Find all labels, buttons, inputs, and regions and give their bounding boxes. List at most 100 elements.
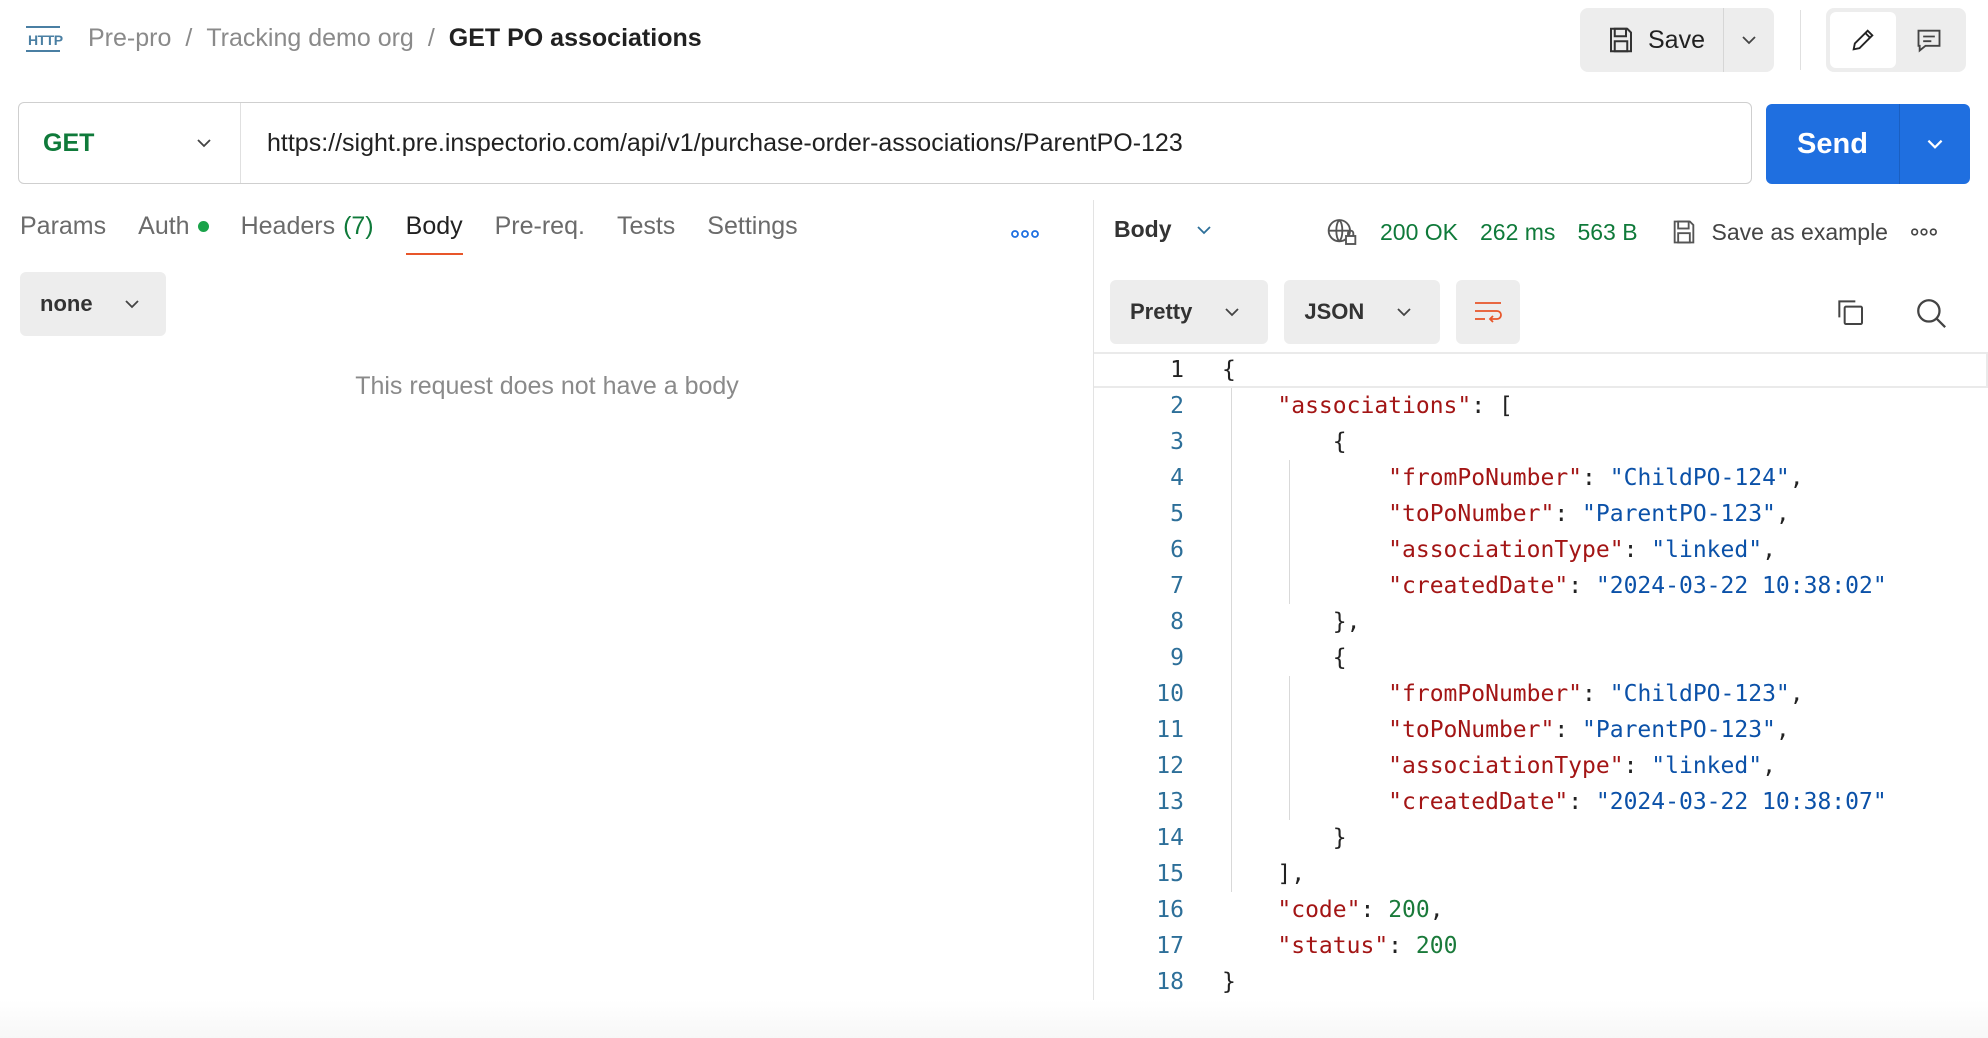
code-line: 10 "fromPoNumber": "ChildPO-123", [1094, 676, 1988, 712]
response-meta: 200 OK 262 ms 563 B Save as example [1326, 216, 1938, 248]
save-group: Save [1580, 8, 1774, 72]
search-icon [1917, 299, 1946, 328]
url-bar: GET https://sight.pre.inspectorio.com/ap… [18, 102, 1752, 184]
code-line: 16 "code": 200, [1094, 892, 1988, 928]
tab-pre-request[interactable]: Pre-req. [495, 212, 585, 255]
request-pane: Params Auth Headers (7) Body Pre-req. Tes… [0, 200, 1094, 1038]
more-options-button[interactable] [1010, 226, 1040, 244]
code-text: ], [1222, 861, 1306, 887]
code-line: 18} [1094, 964, 1988, 1000]
headers-count: (7) [343, 212, 374, 240]
code-text: "status": 200 [1277, 933, 1458, 959]
line-number: 16 [1156, 897, 1184, 923]
tab-headers[interactable]: Headers (7) [241, 212, 374, 255]
response-time[interactable]: 262 ms [1480, 219, 1555, 246]
line-number: 6 [1170, 537, 1184, 563]
code-text: "createdDate": "2024-03-22 10:38:02" [1388, 573, 1887, 599]
code-line: 15 ], [1094, 856, 1988, 892]
code-text: { [1222, 357, 1236, 383]
code-text: { [1222, 645, 1347, 671]
right-toolbar [1826, 8, 1966, 72]
code-text: "fromPoNumber": "ChildPO-123", [1388, 681, 1804, 707]
url-input[interactable]: https://sight.pre.inspectorio.com/api/v1… [241, 129, 1183, 158]
save-as-example-button[interactable]: Save as example [1670, 218, 1888, 246]
request-tabs: Params Auth Headers (7) Body Pre-req. Tes… [20, 212, 830, 255]
line-number: 11 [1156, 717, 1184, 743]
code-text: }, [1222, 609, 1361, 635]
line-number: 2 [1170, 393, 1184, 419]
wrap-lines-button[interactable] [1456, 280, 1521, 344]
save-options-dropdown[interactable] [1724, 8, 1774, 72]
breadcrumb-separator: / [185, 24, 193, 52]
globe-lock-icon[interactable] [1326, 216, 1358, 248]
format-pretty-select[interactable]: Pretty [1110, 280, 1269, 344]
tab-params[interactable]: Params [20, 212, 106, 255]
copy-button[interactable] [1834, 296, 1866, 333]
line-number: 9 [1170, 645, 1184, 671]
request-title[interactable]: GET PO associations [449, 24, 702, 53]
code-line: 17 "status": 200 [1094, 928, 1988, 964]
line-number: 5 [1170, 501, 1184, 527]
breadcrumb: Pre-pro / Tracking demo org / GET PO ass… [88, 24, 702, 53]
comments-button[interactable] [1896, 12, 1962, 68]
line-number: 4 [1170, 465, 1184, 491]
code-text: "associationType": "linked", [1388, 753, 1776, 779]
code-text: } [1222, 969, 1236, 995]
tab-tests[interactable]: Tests [617, 212, 675, 255]
code-line: 4 "fromPoNumber": "ChildPO-124", [1094, 460, 1988, 496]
body-type-select[interactable]: none [20, 272, 166, 336]
response-code-viewer[interactable]: 1{2 "associations": [3 {4 "fromPoNumber"… [1094, 352, 1988, 1000]
code-line: 1{ [1094, 352, 1988, 388]
method-select[interactable]: GET [19, 103, 241, 183]
line-number: 14 [1156, 825, 1184, 851]
language-select[interactable]: JSON [1284, 280, 1441, 344]
save-icon [1673, 220, 1694, 244]
breadcrumb-collection[interactable]: Tracking demo org [206, 24, 414, 53]
code-line: 12 "associationType": "linked", [1094, 748, 1988, 784]
edit-button[interactable] [1830, 12, 1896, 68]
response-view-label: Body [1114, 216, 1172, 242]
code-text: "associations": [ [1277, 393, 1513, 419]
comment-icon [1917, 29, 1941, 53]
line-number: 1 [1170, 357, 1184, 383]
more-icon [1011, 230, 1039, 238]
search-button[interactable] [1914, 296, 1948, 335]
tab-body[interactable]: Body [405, 212, 463, 255]
line-number: 17 [1156, 933, 1184, 959]
response-pane: Body 200 OK 262 ms 563 B Save as example… [1094, 200, 1988, 1038]
indent-guide [1289, 460, 1290, 604]
code-line: 7 "createdDate": "2024-03-22 10:38:02" [1094, 568, 1988, 604]
indent-guide [1289, 676, 1290, 820]
code-line: 14 } [1094, 820, 1988, 856]
code-text: "associationType": "linked", [1388, 537, 1776, 563]
response-size[interactable]: 563 B [1577, 219, 1637, 246]
code-line: 13 "createdDate": "2024-03-22 10:38:07" [1094, 784, 1988, 820]
top-header: HTTP Pre-pro / Tracking demo org / GET P… [0, 0, 1988, 80]
divider [1800, 10, 1801, 70]
code-line: 6 "associationType": "linked", [1094, 532, 1988, 568]
send-options-dropdown[interactable] [1900, 104, 1970, 184]
line-number: 15 [1156, 861, 1184, 887]
status-code[interactable]: 200 OK [1380, 219, 1458, 246]
more-icon[interactable] [1910, 227, 1938, 237]
chevron-down-icon [1225, 308, 1239, 317]
tab-auth[interactable]: Auth [138, 212, 209, 255]
code-text: "toPoNumber": "ParentPO-123", [1388, 501, 1790, 527]
breadcrumb-workspace[interactable]: Pre-pro [88, 24, 171, 53]
code-text: { [1222, 429, 1347, 455]
line-number: 3 [1170, 429, 1184, 455]
send-button[interactable]: Send [1766, 104, 1900, 184]
wrap-lines-icon [1475, 302, 1503, 323]
empty-body-message: This request does not have a body [355, 372, 739, 400]
chevron-down-icon [197, 139, 211, 148]
tab-settings[interactable]: Settings [707, 212, 797, 255]
language-label: JSON [1304, 299, 1365, 324]
save-icon [1610, 27, 1632, 53]
code-line: 5 "toPoNumber": "ParentPO-123", [1094, 496, 1988, 532]
chevron-down-icon [1196, 225, 1211, 234]
response-view-select[interactable]: Body [1114, 216, 1214, 243]
save-button[interactable]: Save [1580, 8, 1724, 72]
body-type-label: none [40, 291, 93, 316]
send-group: Send [1766, 104, 1970, 184]
http-icon: HTTP [26, 26, 64, 56]
